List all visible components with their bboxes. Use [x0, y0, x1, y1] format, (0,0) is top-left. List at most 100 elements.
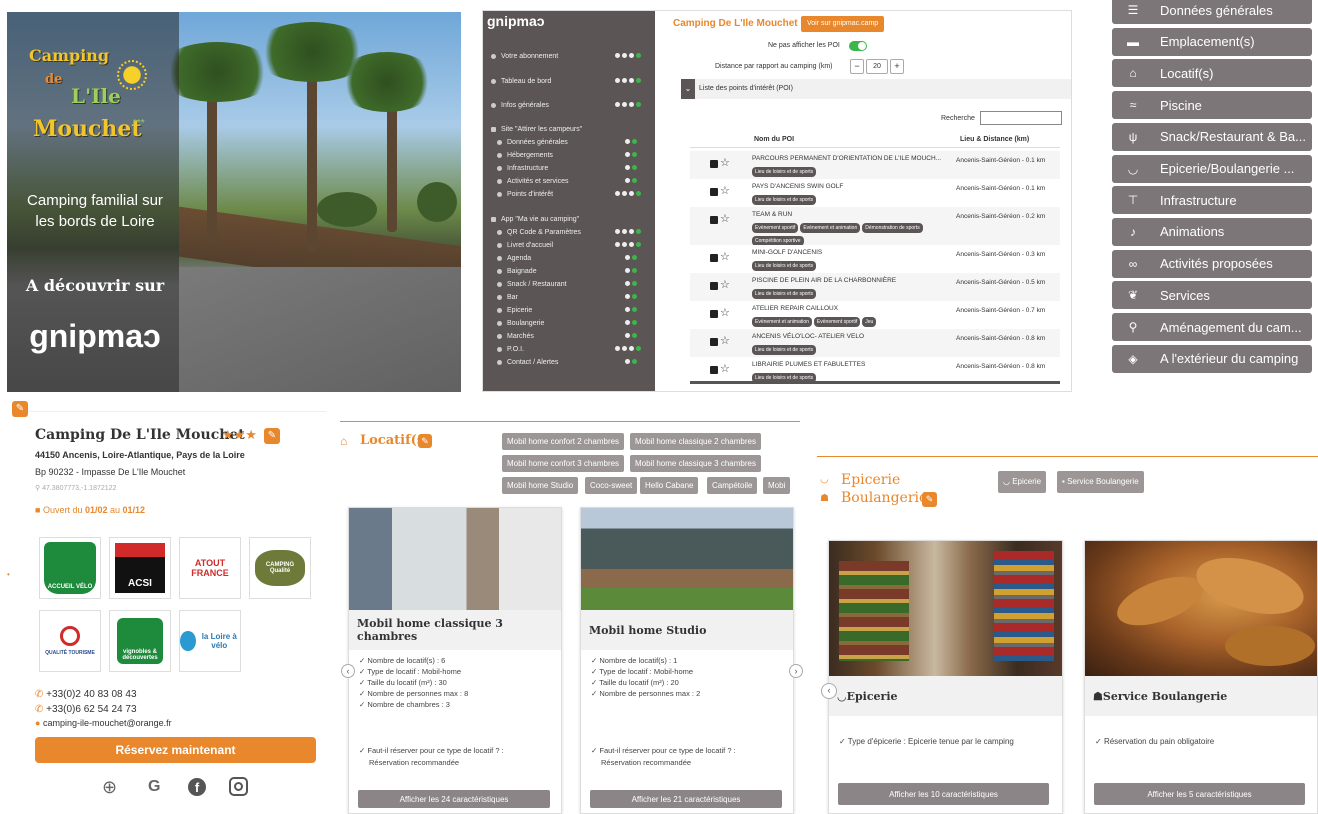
- distance-plus-button[interactable]: +: [890, 59, 904, 74]
- table-row[interactable]: ☆ ATELIER REPAIR CAILLOUX Evènement et ani…: [690, 301, 1060, 329]
- locatif-tag[interactable]: Mobil home Studio: [502, 477, 579, 494]
- tag-service-boulangerie[interactable]: ▪ Service Boulangerie: [1057, 471, 1144, 493]
- table-row[interactable]: ☆ MINI-GOLF D'ANCENIS Lieu de loisirs et d…: [690, 245, 1060, 273]
- locatif-tag[interactable]: Mobil home classique 2 chambres: [630, 433, 761, 450]
- email-link[interactable]: ● camping-ile-mouchet@orange.fr: [35, 718, 172, 728]
- menu-item[interactable]: ◈ A l'extérieur du camping: [1112, 344, 1312, 373]
- menu-item[interactable]: ♪ Animations: [1112, 217, 1312, 246]
- star-icon[interactable]: ☆: [720, 334, 730, 347]
- locatif-tag[interactable]: Mobi: [763, 477, 791, 494]
- menu-item[interactable]: ∞ Activités proposées: [1112, 249, 1312, 278]
- sidebar-item[interactable]: Données générales: [497, 137, 568, 147]
- boulangerie-card[interactable]: ☗ Service Boulangerie ✓ Réservation du p…: [1084, 540, 1318, 814]
- table-row[interactable]: ☆ PARCOURS PERMANENT D'ORIENTATION DE L'I…: [690, 151, 1060, 179]
- show-characteristics-button[interactable]: Afficher les 5 caractéristiques: [1094, 783, 1305, 805]
- house-icon: ⌂: [1129, 66, 1137, 81]
- epicerie-card[interactable]: ◡ Epicerie ✓ Type d'épicerie : Epicerie …: [828, 540, 1063, 814]
- sidebar-item[interactable]: Baignade: [497, 266, 537, 276]
- sidebar-item[interactable]: Livret d'accueil: [497, 240, 553, 250]
- locatif-card[interactable]: Mobil home classique 3 chambres ✓ Nombre …: [348, 507, 562, 814]
- phone-1[interactable]: ✆ +33(0)2 40 83 08 43: [35, 689, 137, 700]
- locatif-tag[interactable]: Mobil home classique 3 chambres: [630, 455, 761, 472]
- hide-icon[interactable]: [710, 188, 718, 196]
- table-row[interactable]: ☆ PISCINE DE PLEIN AIR DE LA CHARBONNIÈRE…: [690, 273, 1060, 301]
- menu-item[interactable]: ❦ Services: [1112, 281, 1312, 310]
- sidebar-item[interactable]: Bar: [497, 292, 518, 302]
- sidebar-item[interactable]: Votre abonnement: [491, 51, 558, 61]
- locatif-tag[interactable]: Mobil home confort 3 chambres: [502, 455, 625, 472]
- star-icon[interactable]: ☆: [720, 362, 730, 375]
- hide-icon[interactable]: [710, 282, 718, 290]
- hide-icon[interactable]: [710, 310, 718, 318]
- locatif-tag[interactable]: Mobil home confort 2 chambres: [502, 433, 625, 450]
- sidebar-item[interactable]: P.O.I.: [497, 344, 524, 354]
- sidebar-item[interactable]: Snack / Restaurant: [497, 279, 567, 289]
- star-icon[interactable]: ☆: [720, 250, 730, 263]
- menu-item[interactable]: ψ Snack/Restaurant & Ba...: [1112, 122, 1312, 151]
- sidebar-item[interactable]: Hébergements: [497, 150, 553, 160]
- menu-item[interactable]: ≈ Piscine: [1112, 91, 1312, 120]
- menu-item[interactable]: ▬ Emplacement(s): [1112, 27, 1312, 56]
- hide-poi-toggle[interactable]: [849, 41, 867, 51]
- star-icon[interactable]: ☆: [720, 278, 730, 291]
- locatif-tag[interactable]: Campétoile: [707, 477, 758, 494]
- sidebar-item[interactable]: QR Code & Paramètres: [497, 227, 581, 237]
- locatif-card[interactable]: Mobil home Studio ✓ Nombre de locatif(s) …: [580, 507, 794, 814]
- hide-icon[interactable]: [710, 366, 718, 374]
- edit-icon[interactable]: ✎: [264, 428, 280, 444]
- menu-item[interactable]: ⌂ Locatif(s): [1112, 59, 1312, 88]
- hide-icon[interactable]: [710, 216, 718, 224]
- table-row[interactable]: ☆ PAYS D'ANCENIS SWIN GOLF Lieu de loisirs…: [690, 179, 1060, 207]
- sidebar-item[interactable]: Contact / Alertes: [497, 357, 558, 367]
- sidebar-item[interactable]: Epicerie: [497, 305, 532, 315]
- star-icon[interactable]: ☆: [720, 184, 730, 197]
- star-icon[interactable]: ☆: [720, 306, 730, 319]
- menu-item[interactable]: ☰ Données générales: [1112, 0, 1312, 24]
- facebook-icon[interactable]: f: [188, 778, 206, 796]
- sidebar-item[interactable]: Activités et services: [497, 176, 568, 186]
- google-icon[interactable]: G: [148, 778, 160, 796]
- view-site-button[interactable]: Voir sur gnipmac.camp: [801, 16, 885, 32]
- hide-icon[interactable]: [710, 160, 718, 168]
- search-input[interactable]: [980, 111, 1062, 125]
- menu-item[interactable]: ⊤ Infrastructure: [1112, 186, 1312, 215]
- sidebar-item[interactable]: Agenda: [497, 253, 531, 263]
- star-icon[interactable]: ☆: [720, 156, 730, 169]
- locatif-tag[interactable]: Coco-sweet: [585, 477, 638, 494]
- distance-minus-button[interactable]: −: [850, 59, 864, 74]
- sidebar-item[interactable]: Infos générales: [491, 100, 549, 110]
- table-row[interactable]: ☆ TEAM & RUN Evènement sportif Evènement et…: [690, 207, 1060, 246]
- chevron-left-icon[interactable]: ‹: [341, 664, 355, 678]
- chevron-right-icon[interactable]: ›: [789, 664, 803, 678]
- globe-icon[interactable]: ⊕: [102, 777, 117, 798]
- star-icon[interactable]: ☆: [720, 212, 730, 225]
- show-characteristics-button[interactable]: Afficher les 21 caractéristiques: [590, 790, 782, 808]
- locatif-tag[interactable]: Hello Cabane: [640, 477, 699, 494]
- sidebar-item[interactable]: App "Ma vie au camping": [491, 214, 579, 224]
- distance-input[interactable]: 20: [866, 59, 888, 74]
- edit-icon[interactable]: ✎: [12, 401, 28, 417]
- tag-epicerie[interactable]: ◡ Epicerie: [998, 471, 1047, 493]
- sidebar-item[interactable]: Marchés: [497, 331, 534, 341]
- instagram-icon[interactable]: [229, 777, 248, 796]
- phone-2[interactable]: ✆ +33(0)6 62 54 24 73: [35, 704, 137, 715]
- menu-item[interactable]: ◡ Epicerie/Boulangerie ...: [1112, 154, 1312, 183]
- hide-icon[interactable]: [710, 338, 718, 346]
- show-characteristics-button[interactable]: Afficher les 10 caractéristiques: [838, 783, 1049, 805]
- show-characteristics-button[interactable]: Afficher les 24 caractéristiques: [358, 790, 550, 808]
- table-row[interactable]: ☆ ANCENIS VÉLO'LOC- ATELIER VELO Lieu de l…: [690, 329, 1060, 357]
- sidebar-item[interactable]: Site "Attirer les campeurs": [491, 124, 582, 134]
- poi-section-header[interactable]: ⌄ Liste des points d'intérêt (POI): [681, 79, 1071, 99]
- edit-icon[interactable]: ✎: [418, 434, 432, 448]
- menu-item[interactable]: ⚲ Aménagement du cam...: [1112, 313, 1312, 341]
- scrollbar[interactable]: [690, 381, 1060, 384]
- hide-icon[interactable]: [710, 254, 718, 262]
- sidebar-item[interactable]: Points d'intérêt: [497, 189, 553, 199]
- book-now-button[interactable]: Réservez maintenant: [35, 737, 316, 763]
- chevron-left-icon[interactable]: ‹: [821, 683, 837, 699]
- sidebar-item[interactable]: Infrastructure: [497, 163, 548, 173]
- sidebar-item[interactable]: Tableau de bord: [491, 76, 551, 86]
- sidebar-item[interactable]: Boulangerie: [497, 318, 544, 328]
- chevron-down-icon[interactable]: ⌄: [681, 79, 695, 99]
- edit-icon[interactable]: ✎: [922, 492, 937, 507]
